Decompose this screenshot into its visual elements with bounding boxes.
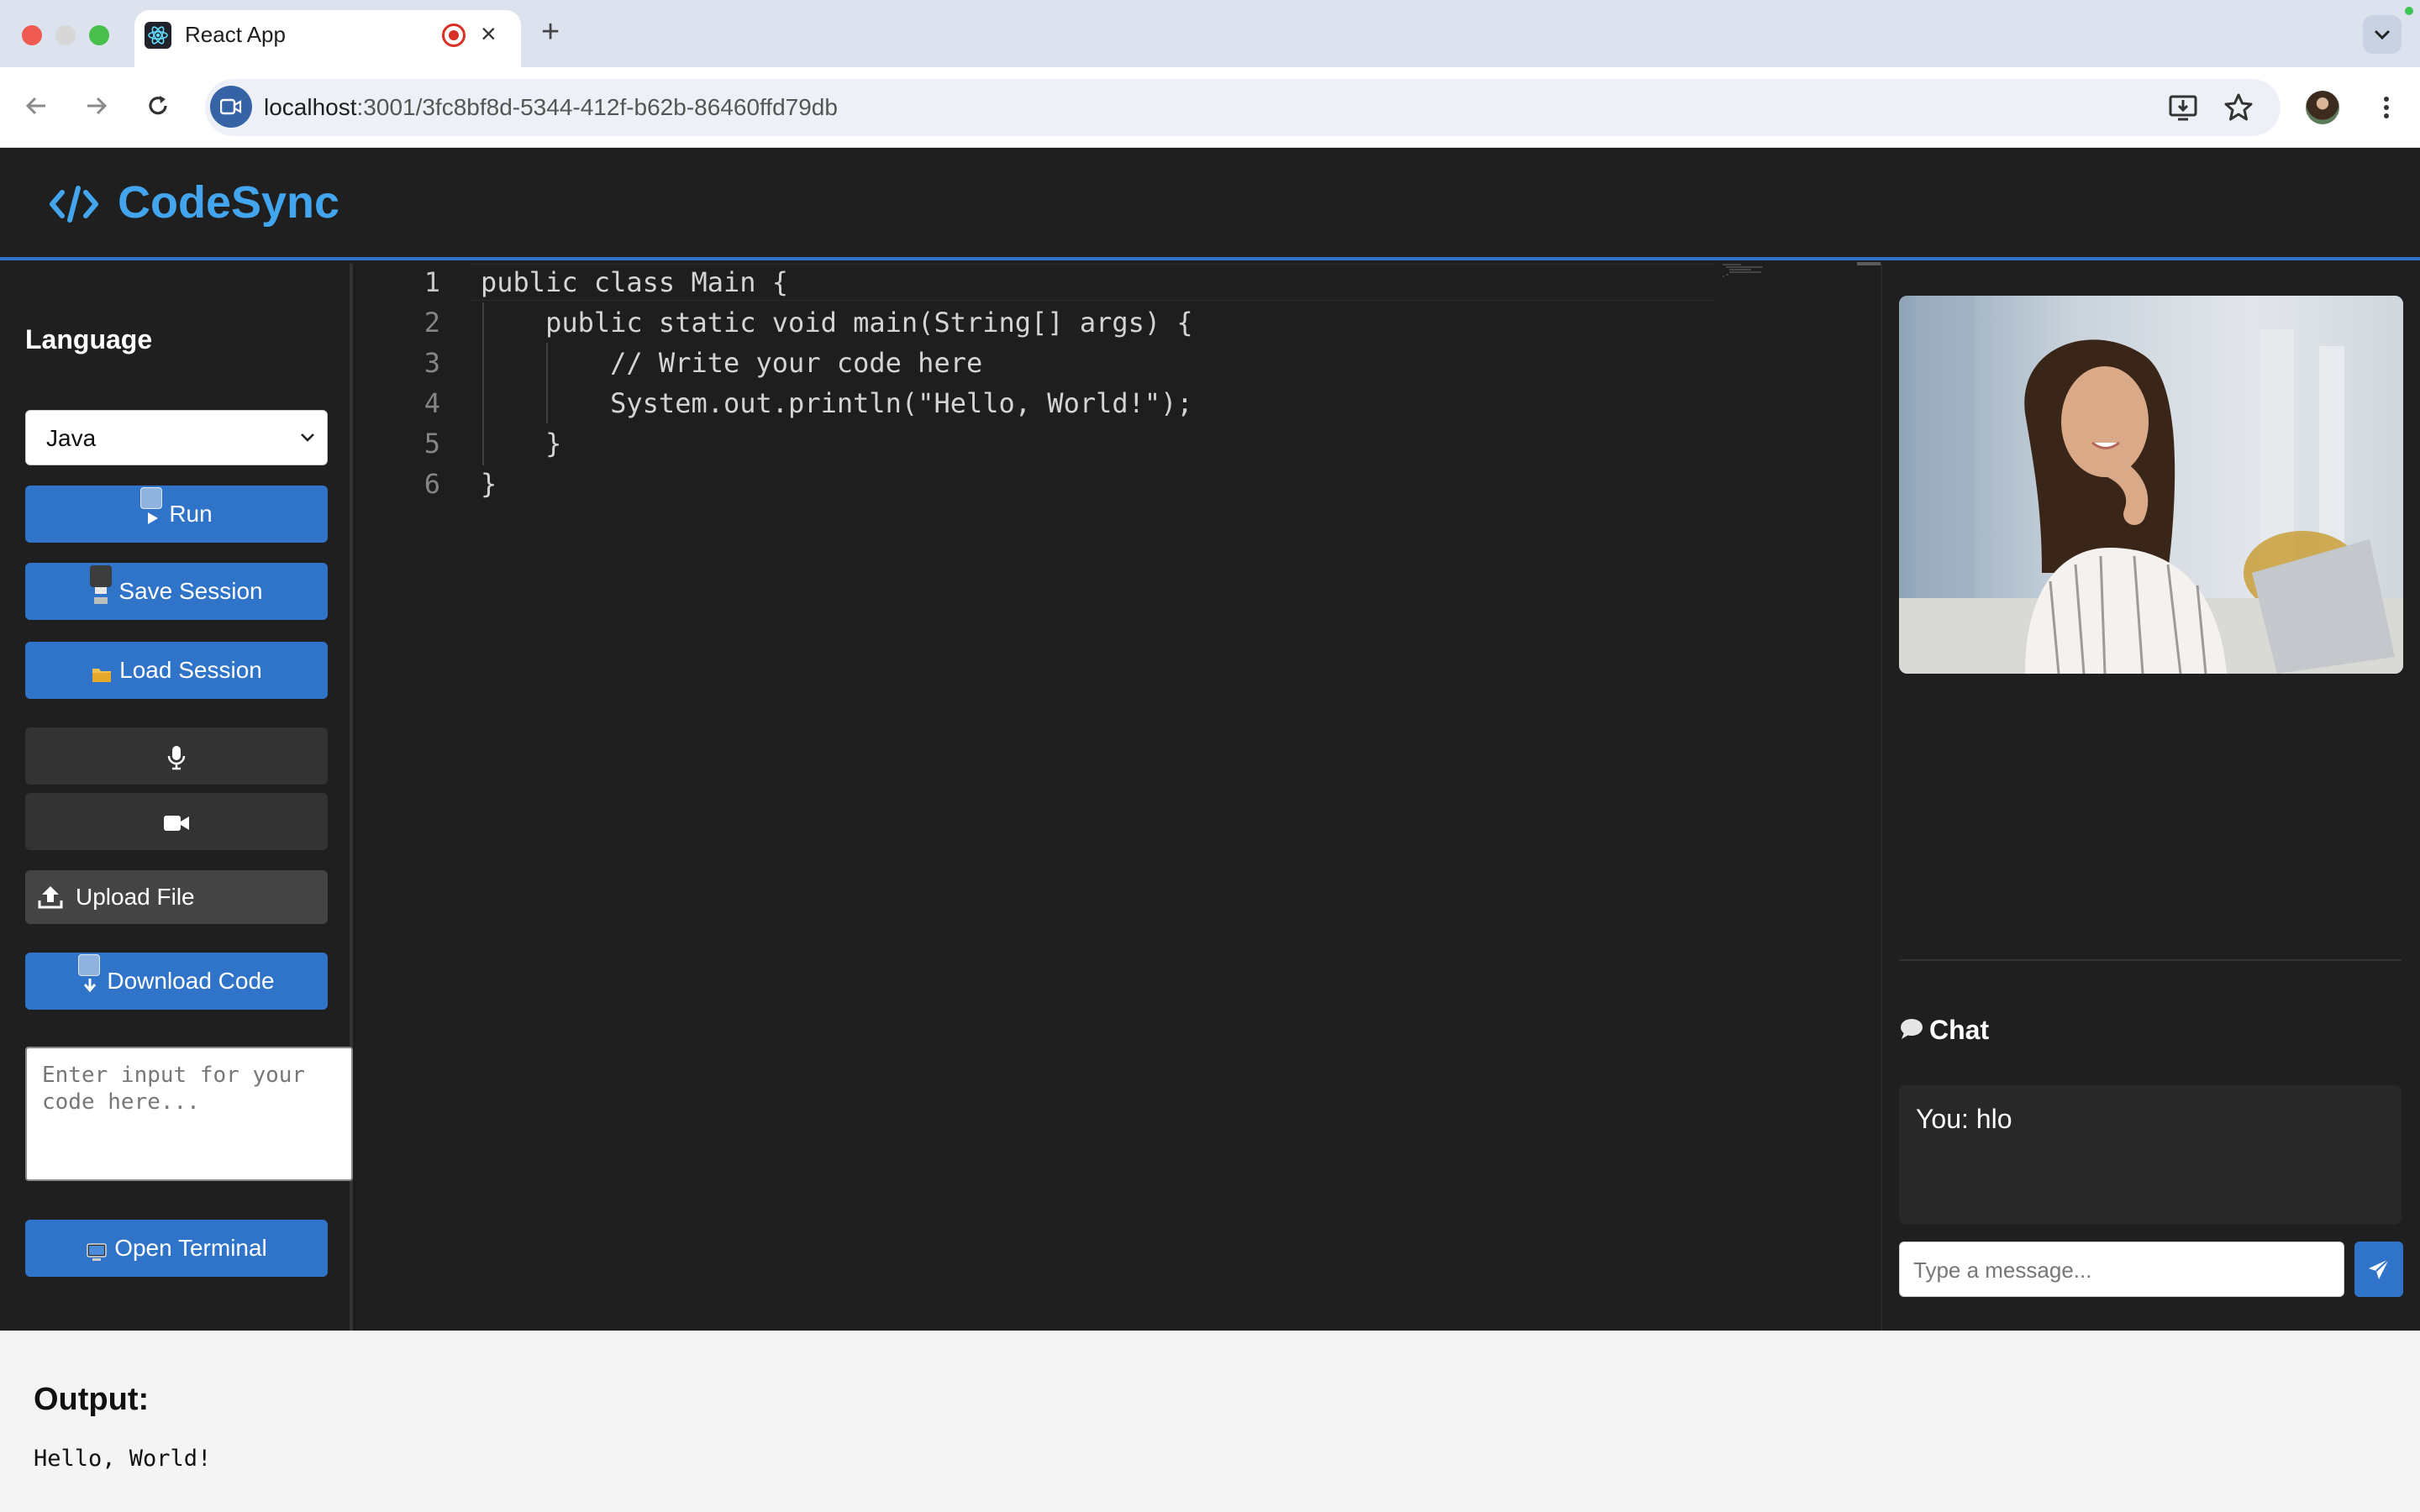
code-line[interactable]: } — [481, 423, 561, 464]
app-title: CodeSync — [118, 177, 340, 228]
camera-button[interactable] — [25, 793, 328, 850]
browser-menu-icon[interactable] — [2370, 91, 2403, 124]
install-app-icon[interactable] — [2166, 91, 2200, 124]
url-host: localhost — [264, 94, 357, 120]
paper-plane-icon — [2369, 1258, 2390, 1279]
editor-minimap[interactable] — [1721, 264, 1797, 277]
send-message-button[interactable] — [2354, 1242, 2403, 1297]
chat-message: You: hlo — [1916, 1104, 2012, 1134]
maximize-window-button[interactable] — [89, 25, 109, 45]
code-line[interactable]: System.out.println("Hello, World!"); — [481, 383, 1193, 423]
code-line[interactable]: public static void main(String[] args) { — [481, 302, 1193, 343]
code-logo-icon — [49, 184, 99, 224]
video-camera-icon — [164, 815, 189, 831]
reload-icon[interactable] — [141, 89, 175, 123]
react-icon — [145, 22, 171, 49]
forward-arrow-icon[interactable] — [79, 89, 113, 123]
output-text: Hello, World! — [34, 1446, 212, 1472]
tab-close-icon[interactable]: × — [481, 17, 497, 50]
code-line[interactable]: // Write your code here — [481, 343, 982, 383]
download-code-label: Download Code — [107, 968, 275, 994]
download-code-button[interactable]: Download Code — [25, 953, 328, 1010]
upload-icon — [38, 886, 63, 909]
run-button[interactable]: Run — [25, 486, 328, 543]
computer-icon — [86, 1222, 108, 1261]
floppy-disk-icon — [90, 565, 113, 604]
code-line[interactable]: } — [481, 464, 497, 504]
panel-divider — [1899, 959, 2402, 961]
chat-title-text: Chat — [1929, 1015, 1990, 1045]
stdin-input[interactable]: Enter input for your code here... — [25, 1047, 353, 1181]
bookmark-star-icon[interactable] — [2222, 91, 2255, 124]
open-terminal-button[interactable]: Open Terminal — [25, 1220, 328, 1277]
code-editor[interactable] — [356, 264, 1860, 1331]
profile-avatar[interactable] — [2306, 91, 2339, 124]
url-text: localhost:3001/3fc8bf8d-5344-412f-b62b-8… — [264, 92, 838, 123]
folder-icon — [91, 644, 113, 682]
new-tab-button[interactable]: + — [541, 13, 560, 50]
output-title: Output: — [34, 1382, 150, 1417]
indent-guide — [546, 343, 548, 423]
microphone-button[interactable] — [25, 727, 328, 785]
language-select-value: Java — [46, 425, 97, 451]
url-path: :3001/3fc8bf8d-5344-412f-b62b-86460ffd79… — [356, 94, 838, 120]
save-session-label: Save Session — [118, 578, 263, 604]
open-terminal-label: Open Terminal — [114, 1235, 267, 1261]
play-icon — [140, 487, 163, 524]
chat-message-input[interactable]: Type a message... — [1899, 1242, 2344, 1297]
speech-bubble-icon — [1901, 1019, 1923, 1039]
line-number: 1 — [424, 266, 440, 298]
app-header — [0, 148, 2420, 260]
line-number: 6 — [424, 468, 440, 500]
load-session-button[interactable]: Load Session — [25, 642, 328, 699]
close-window-button[interactable] — [22, 25, 42, 45]
run-button-label: Run — [169, 501, 213, 527]
editor-scrollbar[interactable] — [1857, 262, 1881, 265]
back-arrow-icon[interactable] — [20, 89, 54, 123]
line-number: 3 — [424, 347, 440, 379]
status-dot — [2405, 7, 2413, 15]
chat-input-placeholder: Type a message... — [1913, 1257, 2092, 1283]
language-select[interactable]: Java — [25, 410, 328, 465]
upload-file-button[interactable]: Upload File — [25, 870, 328, 924]
upload-file-label: Upload File — [76, 884, 195, 910]
recording-icon — [442, 24, 466, 47]
indent-guide — [482, 302, 484, 465]
line-number: 4 — [424, 387, 440, 419]
save-session-button[interactable]: Save Session — [25, 563, 328, 620]
camera-in-use-icon[interactable] — [210, 86, 252, 128]
down-arrow-icon — [78, 954, 101, 992]
tab-title: React App — [185, 22, 286, 47]
line-number: 2 — [424, 307, 440, 339]
code-line[interactable]: public class Main { — [481, 262, 788, 302]
chevron-down-icon — [301, 433, 314, 442]
minimize-window-button[interactable] — [55, 25, 76, 45]
line-number: 5 — [424, 428, 440, 459]
tab-search-button[interactable] — [2363, 15, 2402, 54]
output-panel — [0, 1331, 2420, 1512]
chat-title: Chat — [1899, 1013, 1989, 1047]
microphone-icon — [167, 745, 186, 769]
video-feed — [1899, 296, 2403, 674]
language-label: Language — [25, 324, 153, 354]
load-session-label: Load Session — [119, 657, 262, 683]
